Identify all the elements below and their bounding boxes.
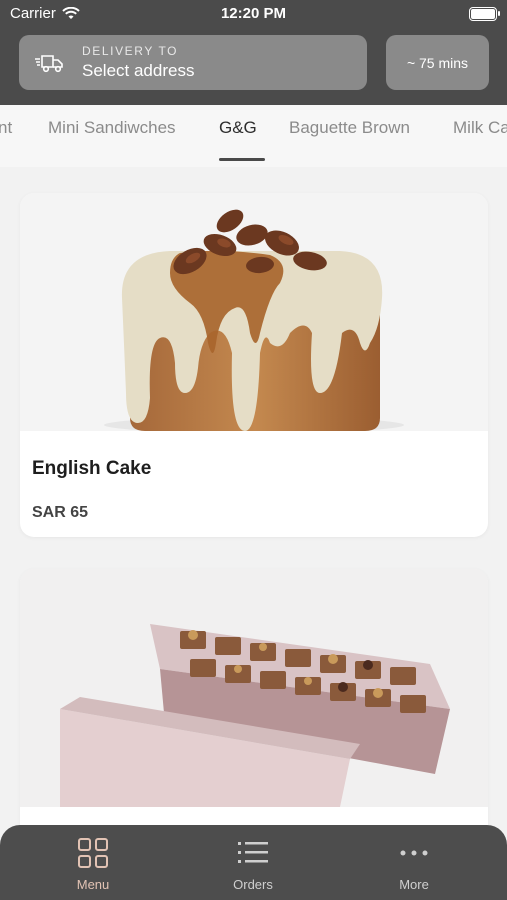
product-price: SAR 65 — [32, 504, 89, 521]
active-tab-indicator — [219, 158, 265, 161]
tab-milk-cake[interactable]: Milk Ca — [453, 118, 507, 138]
category-tabs: nt Mini Sandiwches G&G Baguette Brown Mi… — [0, 105, 507, 167]
nav-menu[interactable]: Menu — [33, 837, 153, 892]
bottom-nav: Menu Orders More — [0, 825, 507, 900]
product-card[interactable] — [20, 569, 488, 869]
tab-partial-left[interactable]: nt — [0, 118, 12, 138]
delivery-address-button[interactable]: DELIVERY TO Select address — [19, 35, 367, 90]
tab-mini-sandwiches[interactable]: Mini Sandiwches — [48, 118, 176, 138]
delivery-label: DELIVERY TO — [82, 44, 179, 58]
product-name: English Cake — [32, 458, 152, 479]
nav-orders-label: Orders — [233, 877, 273, 892]
delivery-eta-button[interactable]: ~ 75 mins — [386, 35, 489, 90]
header: Carrier 12:20 PM DELIVERY TO Select addr… — [0, 0, 507, 105]
product-image — [20, 569, 488, 807]
status-bar: Carrier 12:20 PM — [0, 0, 507, 30]
tab-baguette-brown[interactable]: Baguette Brown — [289, 118, 410, 138]
nav-menu-label: Menu — [76, 877, 110, 892]
product-card[interactable]: English Cake SAR 65 — [20, 193, 488, 537]
product-image — [20, 193, 488, 431]
clock: 12:20 PM — [220, 5, 287, 22]
more-dots-icon — [400, 850, 428, 856]
nav-orders[interactable]: Orders — [193, 837, 313, 892]
delivery-truck-icon — [35, 54, 63, 72]
battery-icon — [469, 7, 500, 21]
nav-more-label: More — [399, 877, 429, 892]
grid-icon — [78, 838, 108, 868]
list-icon — [238, 842, 268, 863]
delivery-address: Select address — [82, 61, 195, 80]
nav-more[interactable]: More — [354, 837, 474, 892]
tab-g-and-g[interactable]: G&G — [219, 118, 257, 138]
